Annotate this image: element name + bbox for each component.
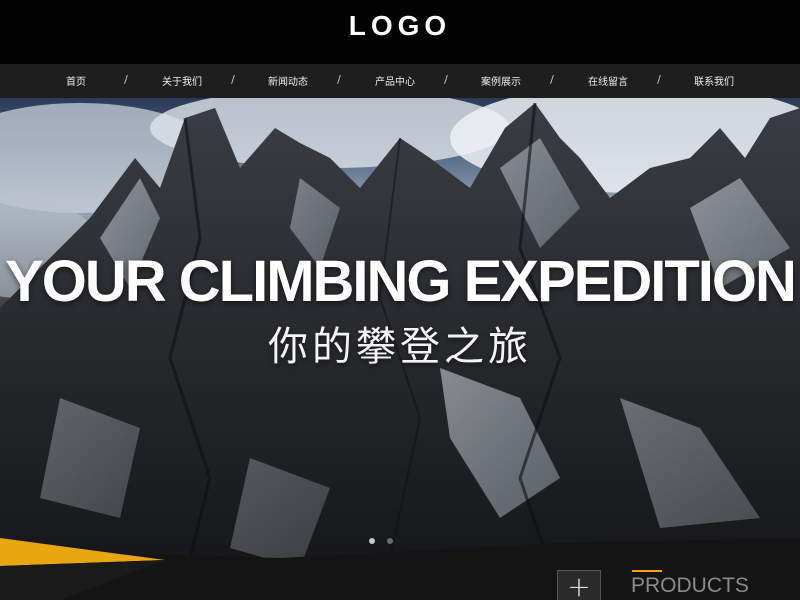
slider-dot-2[interactable] — [387, 538, 393, 544]
site-header: LOGO — [0, 0, 800, 64]
site-logo[interactable]: LOGO — [0, 10, 800, 42]
nav-item-contact[interactable]: 联系我们 — [664, 73, 764, 88]
plus-icon: + — [567, 570, 591, 600]
slider-dot-1[interactable] — [369, 538, 375, 544]
nav-separator: / — [657, 73, 661, 86]
nav-item-about[interactable]: 关于我们 — [132, 73, 232, 88]
nav-item-news[interactable]: 新闻动态 — [238, 73, 338, 88]
nav-separator: / — [444, 73, 448, 86]
add-button[interactable]: + — [557, 570, 601, 600]
hero-title: YOUR CLIMBING EXPEDITION — [5, 249, 797, 314]
nav-item-products[interactable]: 产品中心 — [345, 73, 445, 88]
hero-banner: YOUR CLIMBING EXPEDITION 你的攀登之旅 — [0, 98, 800, 600]
nav-separator: / — [337, 73, 341, 86]
nav-separator: / — [550, 73, 554, 86]
products-accent-line — [632, 570, 662, 572]
nav-item-message[interactable]: 在线留言 — [558, 73, 658, 88]
nav-separator: / — [124, 73, 128, 86]
main-nav: 首页 / 关于我们 / 新闻动态 / 产品中心 / 案例展示 / 在线留言 / … — [0, 64, 800, 98]
products-heading: PRODUCTS — [631, 574, 749, 597]
nav-separator: / — [231, 73, 235, 86]
nav-item-home[interactable]: 首页 — [26, 73, 126, 88]
nav-item-cases[interactable]: 案例展示 — [451, 73, 551, 88]
hero-subtitle: 你的攀登之旅 — [268, 324, 532, 370]
